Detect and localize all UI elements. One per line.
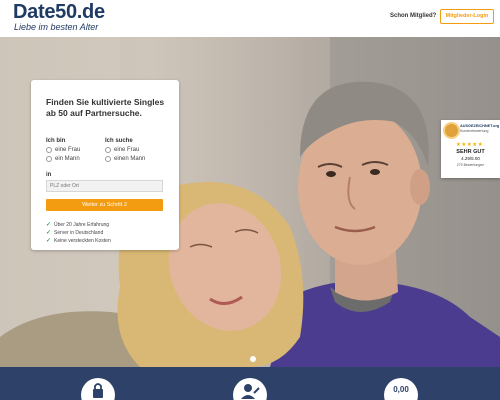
site-header: Date50.de Liebe im besten Alter Schon Mi… (0, 0, 500, 37)
features-band: 0,00 (0, 367, 500, 400)
feature-text: Keine versteckten Kosten (54, 237, 111, 244)
radio-button[interactable] (105, 156, 111, 162)
radio-button[interactable] (105, 147, 111, 153)
signup-form: Finden Sie kultivierte Singles ab 50 auf… (31, 80, 179, 250)
checkmark-icon: ✓ (46, 222, 52, 228)
site-logo[interactable]: Date50.de (13, 1, 105, 24)
price-icon: 0,00 (384, 378, 418, 400)
option-label: eine Frau (55, 147, 81, 153)
signup-headline: Finden Sie kultivierte Singles ab 50 auf… (46, 97, 165, 118)
rating-subtitle: Kundenbewertung (460, 129, 489, 133)
price-text: 0,00 (393, 385, 409, 394)
rating-brand: AUSGEZEICHNET.org (460, 124, 500, 128)
option-label: ein Mann (55, 156, 80, 162)
i-am-label: Ich bin (46, 138, 66, 144)
feature-item: ✓ Über 20 Jahre Erfahrung (46, 221, 110, 229)
lock-icon (81, 378, 115, 400)
rating-score: 4.29/5.00 (461, 156, 480, 161)
location-input[interactable] (46, 180, 163, 192)
seeking-man-option[interactable]: einen Mann (105, 156, 145, 162)
feature-text: Über 20 Jahre Erfahrung (54, 221, 110, 228)
site-tagline: Liebe im besten Alter (14, 22, 99, 32)
i-am-woman-option[interactable]: eine Frau (46, 147, 80, 153)
rating-count: 279 Bewertungen (456, 163, 485, 167)
feature-item: ✓ Server in Deutschland (46, 229, 104, 237)
rating-badge[interactable]: AUSGEZEICHNET.org Kundenbewertung ★★★★★ … (441, 120, 500, 178)
option-label: eine Frau (114, 147, 140, 153)
location-label: in (46, 172, 52, 178)
rating-grade: SEHR GUT (456, 149, 485, 155)
next-step-button[interactable]: Weiter zu Schritt 2 (46, 199, 163, 211)
seeking-label: Ich suche (105, 138, 133, 144)
checkmark-icon: ✓ (46, 230, 52, 236)
member-question: Schon Mitglied? (390, 13, 437, 19)
radio-button[interactable] (46, 156, 52, 162)
feature-text: Server in Deutschland (54, 229, 104, 236)
radio-button[interactable] (46, 147, 52, 153)
checkmark-icon: ✓ (46, 238, 52, 244)
seeking-woman-option[interactable]: eine Frau (105, 147, 139, 153)
user-edit-icon (233, 378, 267, 400)
feature-item: ✓ Keine versteckten Kosten (46, 237, 111, 245)
award-seal-icon (443, 122, 460, 139)
member-login-button[interactable]: Mitglieder-Login (440, 9, 494, 24)
option-label: einen Mann (114, 156, 146, 162)
star-rating-icon: ★★★★★ (456, 142, 484, 148)
i-am-man-option[interactable]: ein Mann (46, 156, 80, 162)
